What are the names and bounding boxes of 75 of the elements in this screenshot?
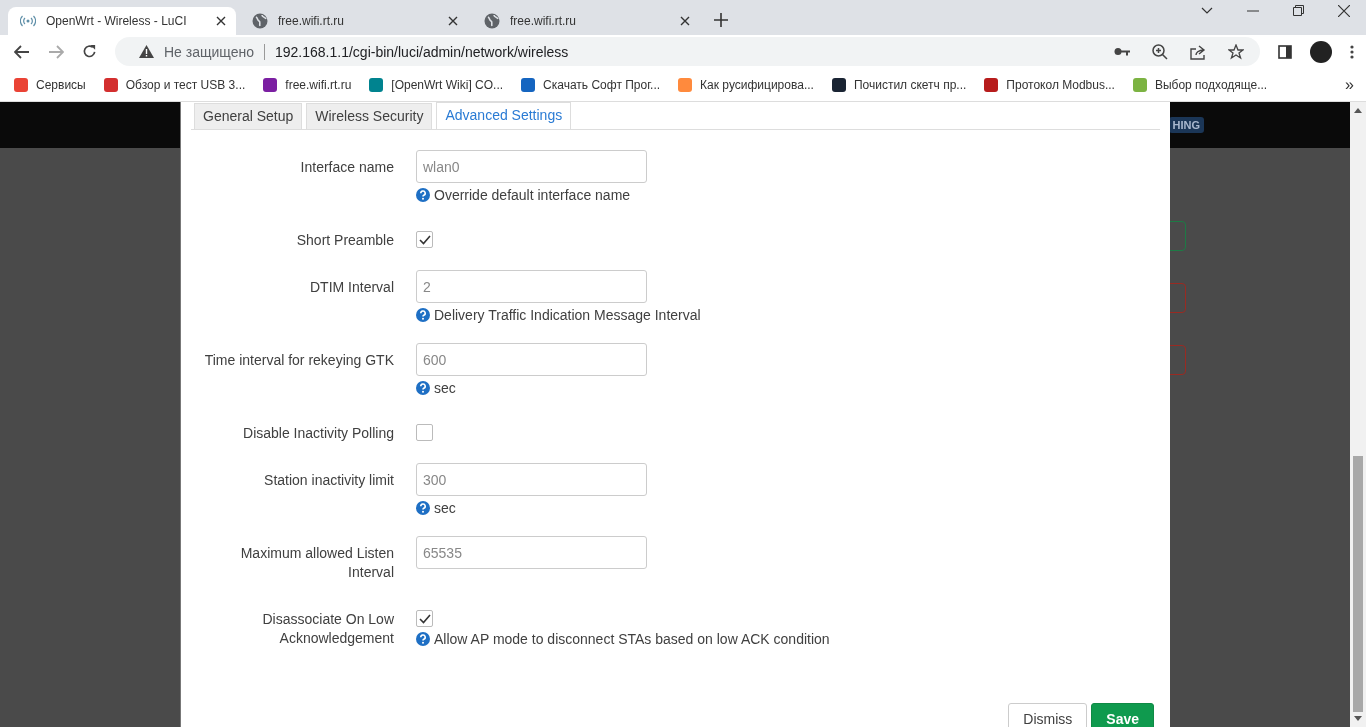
field-label: Station inactivity limit (263, 471, 394, 490)
url-text: 192.168.1.1/cgi-bin/luci/admin/network/wireless (275, 43, 569, 60)
bookmark[interactable]: Выбор подходяще... (1132, 77, 1268, 92)
field-label: Time interval for rekeying GTK (203, 351, 394, 370)
bookmark[interactable]: [OpenWrt Wiki] CO... (369, 77, 504, 92)
back-icon[interactable] (14, 44, 30, 59)
bookmark[interactable]: Обзор и тест USB 3... (103, 77, 246, 92)
address-bar[interactable]: Не защищено 192.168.1.1/cgi-bin/luci/admin/network/wireless (115, 37, 1260, 66)
text-field[interactable]: 65535 (416, 536, 647, 569)
key-icon[interactable] (1114, 47, 1130, 56)
settings-tab[interactable]: Advanced Settings (436, 102, 572, 129)
globe-icon (484, 13, 500, 29)
help-icon (416, 308, 430, 322)
field-hint: Override default interface name (434, 187, 631, 203)
help-icon (416, 381, 430, 395)
tab-title: OpenWrt - Wireless - LuCI (46, 14, 188, 28)
field-hint: sec (434, 380, 456, 396)
reload-icon[interactable] (82, 44, 97, 59)
checkbox[interactable] (416, 231, 433, 248)
tab-title: free.wifi.rt.ru (510, 14, 577, 28)
share-icon[interactable] (1190, 43, 1206, 60)
bookmark[interactable]: free.wifi.rt.ru (263, 77, 352, 92)
help-icon (416, 188, 430, 202)
field-label: Disable Inactivity Polling (242, 424, 394, 443)
text-field[interactable]: 2 (416, 270, 647, 303)
status-badge: HING (1168, 117, 1204, 133)
bookmark[interactable]: Как русифицирова... (678, 77, 814, 92)
browser-tab[interactable]: OpenWrt - Wireless - LuCI (8, 7, 236, 35)
wireless-icon (20, 15, 36, 27)
field-hint: Allow AP mode to disconnect STAs based on low ACK condition (434, 631, 830, 647)
field-label: DTIM Interval (309, 278, 394, 297)
settings-tab[interactable]: General Setup (194, 103, 303, 129)
close-icon[interactable] (1338, 4, 1350, 17)
avatar[interactable] (1310, 40, 1332, 63)
zoom-icon[interactable] (1152, 43, 1168, 60)
bookmark[interactable]: Скачать Софт Прог... (521, 77, 661, 92)
more-bookmarks[interactable]: » (1345, 75, 1354, 94)
close-icon[interactable] (448, 16, 458, 26)
checkbox[interactable] (416, 424, 433, 441)
field-hint: Delivery Traffic Indication Message Interval (434, 307, 701, 323)
side-panel-icon[interactable] (1278, 44, 1292, 59)
bookmark[interactable]: Протокол Modbus... (984, 77, 1115, 92)
browser-tab[interactable]: free.wifi.rt.ru (240, 7, 468, 35)
field-hint: sec (434, 500, 456, 516)
browser-tab[interactable]: free.wifi.rt.ru (472, 7, 700, 35)
scroll-down-icon[interactable] (1354, 716, 1362, 721)
security-label: Не защищено (164, 43, 254, 60)
restore-icon[interactable] (1293, 5, 1304, 16)
text-field[interactable]: 300 (416, 463, 647, 496)
more-icon[interactable] (1350, 44, 1354, 59)
tab-title: free.wifi.rt.ru (278, 14, 345, 28)
star-icon[interactable] (1228, 43, 1244, 60)
close-icon[interactable] (680, 16, 690, 26)
field-label: Short Preamble (295, 231, 394, 250)
scrollbar[interactable] (1350, 102, 1366, 727)
text-field[interactable]: 600 (416, 343, 647, 376)
new-tab-icon[interactable] (714, 13, 728, 27)
bookmark[interactable]: Почистил скетч пр... (831, 77, 967, 92)
globe-icon (252, 13, 268, 29)
scroll-up-icon[interactable] (1354, 108, 1362, 113)
text-field[interactable]: wlan0 (416, 150, 647, 183)
minimize-icon[interactable] (1247, 9, 1259, 12)
save-button[interactable]: Save (1091, 703, 1154, 727)
field-label: Disassociate On Low Acknowledgement (261, 610, 394, 648)
bookmark[interactable]: Сервисы (14, 77, 86, 92)
help-icon (416, 501, 430, 515)
warning-icon (139, 45, 154, 58)
help-icon (416, 632, 430, 646)
dismiss-button[interactable]: Dismiss (1008, 703, 1088, 727)
checkbox[interactable] (416, 610, 433, 627)
field-label: Maximum allowed Listen Interval (239, 544, 394, 582)
chevron-down-icon[interactable] (1201, 6, 1213, 15)
settings-tab[interactable]: Wireless Security (306, 103, 433, 129)
close-icon[interactable] (216, 16, 226, 26)
field-label: Interface name (299, 158, 394, 177)
